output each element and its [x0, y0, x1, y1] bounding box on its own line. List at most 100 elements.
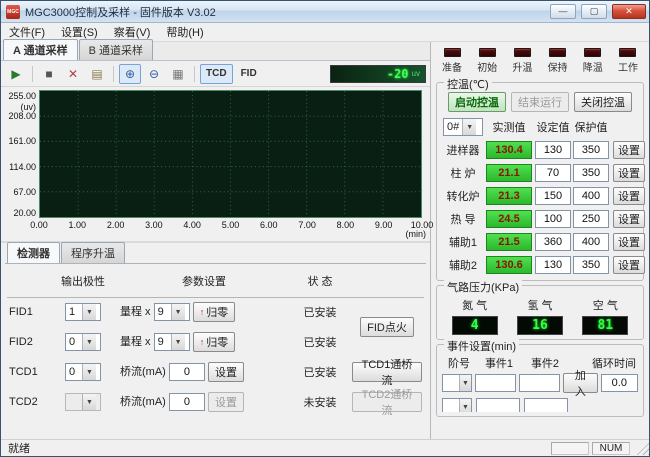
app-window: MGC MGC3000控制及采样 - 固件版本 V3.02 — ▢ ✕ 文件(F…: [0, 0, 650, 457]
add-event-button[interactable]: 加入: [563, 373, 597, 393]
led-hold: 保持: [548, 48, 568, 78]
temp-row-aux1: 辅助1 21.5 360 400 设置: [442, 230, 648, 253]
run-state-leds: 准备 初始 升温 保持 降温 工作: [436, 46, 644, 78]
tcd-toggle-button[interactable]: TCD: [200, 64, 233, 84]
menu-help[interactable]: 帮助(H): [158, 22, 211, 42]
left-pane: A 通道采样 B 通道采样 ▶ ■ ✕ ▤ ⊕ ⊖ ▦ TCD FID -20 …: [1, 42, 431, 439]
zone-selector[interactable]: 0#▼: [443, 118, 483, 136]
stage-select[interactable]: ▼: [442, 374, 472, 392]
aux1-protect[interactable]: 400: [573, 233, 609, 251]
fid-ignite-button[interactable]: FID点火: [360, 317, 414, 337]
gas-air: 空 气 81: [582, 297, 628, 335]
header-output-polarity: 输出极性: [48, 267, 118, 297]
injector-set-button[interactable]: 设置: [613, 141, 645, 159]
air-pressure-display: 81: [582, 316, 628, 335]
tab-channel-b[interactable]: B 通道采样: [79, 39, 153, 60]
resize-grip[interactable]: [635, 441, 649, 455]
column-oven-protect[interactable]: 350: [573, 164, 609, 182]
led-ready: 准备: [442, 48, 462, 78]
end-run-button: 结束运行: [511, 92, 569, 112]
chart-y-axis: 255.00 (uv) 208.00 161.00 114.00 67.00 2…: [3, 90, 39, 218]
cycle-time-label: 循环时间: [592, 355, 638, 371]
led-lamp-icon: [584, 48, 601, 57]
status-ready-text: 就绪: [8, 440, 30, 456]
fid1-zero-button[interactable]: ↑归零: [193, 302, 236, 322]
fid2-zero-button[interactable]: ↑归零: [193, 332, 236, 352]
tab-detector[interactable]: 检测器: [7, 242, 60, 263]
tcd2-bridge-input: 0: [169, 393, 205, 411]
chart-plot[interactable]: [39, 90, 422, 218]
tab-temp-program[interactable]: 程序升温: [61, 242, 125, 263]
fid2-range-select[interactable]: 9▼: [154, 333, 190, 351]
chevron-down-icon[interactable]: ▼: [82, 334, 96, 350]
signal-led-display: -20 uv: [330, 65, 426, 83]
header-setpoint: 设定值: [534, 116, 572, 138]
converter-set-button[interactable]: 设置: [613, 187, 645, 205]
status-num-cell: NUM: [592, 442, 630, 455]
event-group-label: 事件设置(min): [444, 338, 519, 354]
tcd1-bridge-on-button[interactable]: TCD1通桥流: [352, 362, 422, 382]
chevron-down-icon[interactable]: ▼: [171, 334, 185, 350]
stage-select-2[interactable]: ▼: [442, 398, 472, 412]
event2-input[interactable]: [519, 374, 560, 392]
x-tick: 2.00: [107, 220, 125, 230]
tcd1-polarity-select[interactable]: 0▼: [65, 363, 101, 381]
y-tick: 255.00: [8, 91, 36, 101]
fid-toggle-button[interactable]: FID: [235, 64, 263, 84]
injector-setpoint[interactable]: 130: [535, 141, 571, 159]
injector-protect[interactable]: 350: [573, 141, 609, 159]
fid2-polarity-select[interactable]: 0▼: [65, 333, 101, 351]
event1-input[interactable]: [475, 374, 516, 392]
tcd1-bridge-input[interactable]: 0: [169, 363, 205, 381]
chevron-down-icon[interactable]: ▼: [171, 304, 185, 320]
delete-icon[interactable]: ✕: [62, 64, 84, 84]
zoom-out-icon[interactable]: ⊖: [143, 64, 165, 84]
aux2-set-button[interactable]: 设置: [613, 256, 645, 274]
chart-area: 255.00 (uv) 208.00 161.00 114.00 67.00 2…: [1, 87, 430, 241]
row-label-tcd1: TCD1: [7, 357, 48, 387]
paste-icon[interactable]: ▤: [86, 64, 108, 84]
chevron-down-icon[interactable]: ▼: [459, 375, 471, 391]
chevron-down-icon[interactable]: ▼: [462, 119, 476, 135]
close-button[interactable]: ✕: [612, 4, 646, 19]
chevron-down-icon[interactable]: ▼: [459, 399, 471, 412]
tcd1-set-button[interactable]: 设置: [208, 362, 244, 382]
y-tick: 67.00: [13, 187, 36, 197]
close-temp-button[interactable]: 关闭控温: [574, 92, 632, 112]
overlay-icon[interactable]: ▦: [167, 64, 189, 84]
aux1-set-button[interactable]: 设置: [613, 233, 645, 251]
led-lamp-icon: [514, 48, 531, 57]
tcd-protect[interactable]: 250: [573, 210, 609, 228]
converter-protect[interactable]: 400: [573, 187, 609, 205]
right-pane: 准备 初始 升温 保持 降温 工作 控温(℃) 启动控温 结束运行 关闭控温 0…: [431, 42, 649, 439]
start-temp-button[interactable]: 启动控温: [448, 92, 506, 112]
play-icon[interactable]: ▶: [5, 64, 27, 84]
x-tick: 1.00: [69, 220, 87, 230]
y-tick: 208.00: [8, 111, 36, 121]
chevron-down-icon[interactable]: ▼: [82, 304, 96, 320]
zoom-in-icon[interactable]: ⊕: [119, 64, 141, 84]
fid1-polarity-select[interactable]: 1▼: [65, 303, 101, 321]
led-lamp-icon: [549, 48, 566, 57]
stop-icon[interactable]: ■: [38, 64, 60, 84]
tcd-set-button[interactable]: 设置: [613, 210, 645, 228]
fid1-range-select[interactable]: 9▼: [154, 303, 190, 321]
aux2-protect[interactable]: 350: [573, 256, 609, 274]
aux1-setpoint[interactable]: 360: [535, 233, 571, 251]
maximize-button[interactable]: ▢: [581, 4, 607, 19]
column-oven-set-button[interactable]: 设置: [613, 164, 645, 182]
temp-row-label: 辅助1: [442, 230, 484, 253]
cycle-time-value[interactable]: 0.0: [601, 374, 638, 392]
aux2-setpoint[interactable]: 130: [535, 256, 571, 274]
tab-channel-a[interactable]: A 通道采样: [3, 39, 78, 60]
aux2-actual: 130.6: [486, 256, 532, 274]
column-oven-setpoint[interactable]: 70: [535, 164, 571, 182]
hydrogen-pressure-display: 16: [517, 316, 563, 335]
gas-nitrogen: 氮 气 4: [452, 297, 498, 335]
converter-setpoint[interactable]: 150: [535, 187, 571, 205]
tcd-setpoint[interactable]: 100: [535, 210, 571, 228]
minimize-button[interactable]: —: [550, 4, 576, 19]
chevron-down-icon[interactable]: ▼: [82, 364, 96, 380]
tcd2-polarity-select: ▼: [65, 393, 101, 411]
detector-row-tcd1: TCD1 0▼ 桥流(mA) 0 设置 已安装 TCD1通桥流: [7, 357, 424, 387]
